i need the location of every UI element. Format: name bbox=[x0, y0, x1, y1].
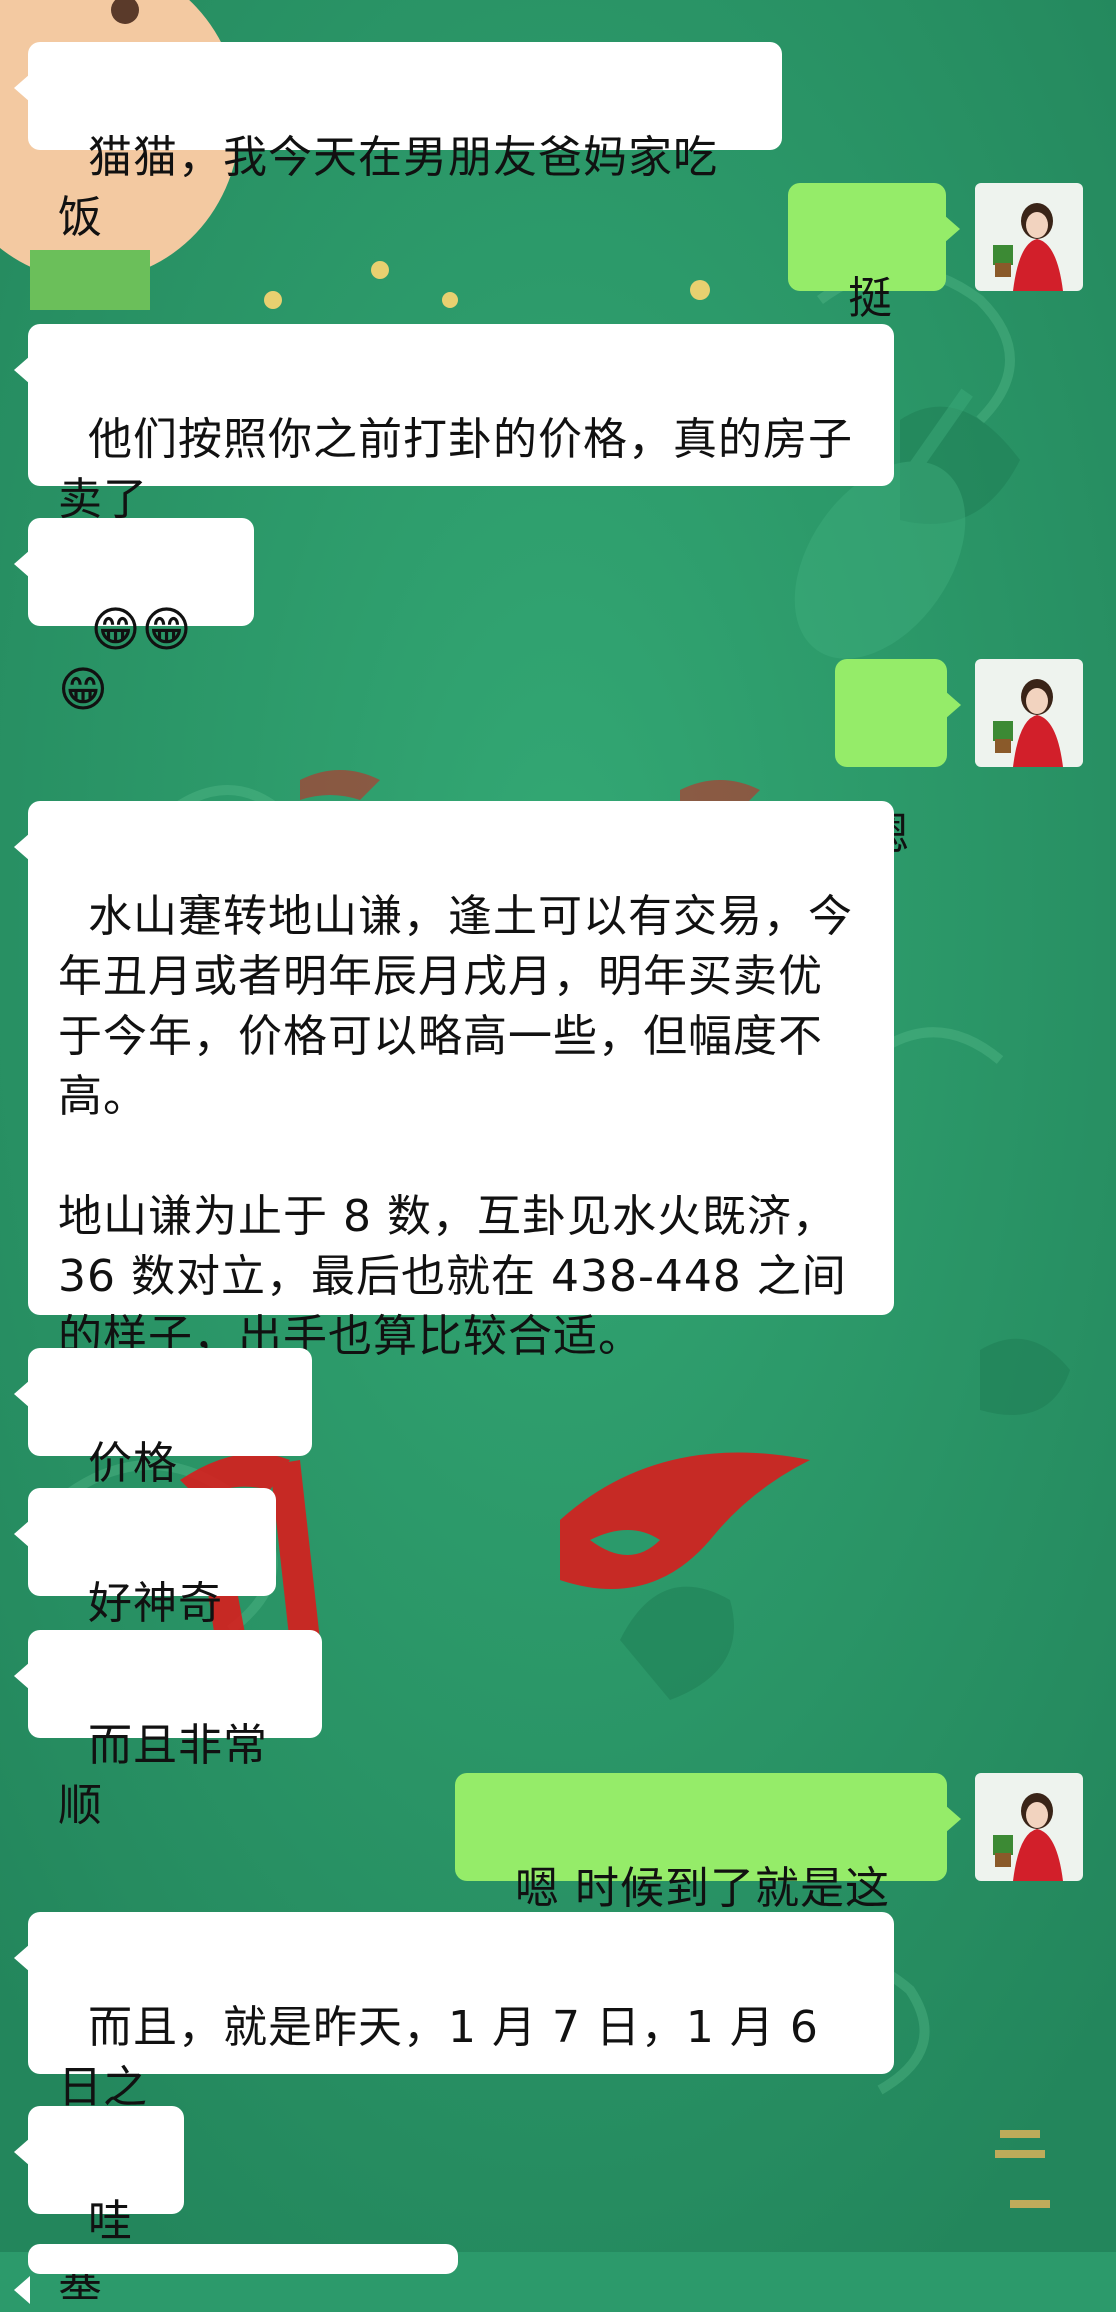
avatar-icon bbox=[975, 1773, 1083, 1881]
message-bubble-incoming[interactable]: 猫猫，我今天在男朋友爸妈家吃饭 bbox=[14, 42, 782, 243]
user-avatar[interactable] bbox=[975, 1773, 1083, 1881]
message-bubble-outgoing[interactable]: 挺好 bbox=[788, 183, 960, 384]
message-text: 水山蹇转地山谦，逢土可以有交易，今 年丑月或者明年辰月戌月，明年买卖优 于今年，… bbox=[58, 891, 853, 1362]
message-bubble-incoming[interactable]: 他们按照你之前打卦的价格，真的房子 卖了 bbox=[14, 324, 894, 525]
message-bubble-incoming-partial[interactable] bbox=[14, 2244, 458, 2304]
avatar-icon bbox=[975, 183, 1083, 291]
message-bubble-incoming[interactable]: 哇塞 bbox=[14, 2106, 184, 2307]
message-bubble-incoming[interactable]: 好神奇啊 bbox=[14, 1488, 276, 1689]
message-bubble-incoming[interactable]: 而且非常顺 bbox=[14, 1630, 322, 1831]
avatar-icon bbox=[975, 659, 1083, 767]
message-bubble-incoming[interactable]: 而且，就是昨天，1 月 7 日，1 月 6 日之 后 bbox=[14, 1912, 894, 2173]
message-bubble-incoming[interactable]: 😁😁😁 bbox=[14, 518, 254, 718]
message-bubble-incoming[interactable]: 水山蹇转地山谦，逢土可以有交易，今 年丑月或者明年辰月戌月，明年买卖优 于今年，… bbox=[14, 801, 894, 1362]
user-avatar[interactable] bbox=[975, 659, 1083, 767]
message-bubble-incoming[interactable]: 价格 447.5 bbox=[14, 1348, 312, 1549]
user-avatar[interactable] bbox=[975, 183, 1083, 291]
message-bubble-outgoing[interactable]: 嗯 bbox=[835, 659, 961, 860]
message-bubble-outgoing[interactable]: 嗯 时候到了就是这样 bbox=[455, 1773, 961, 1974]
